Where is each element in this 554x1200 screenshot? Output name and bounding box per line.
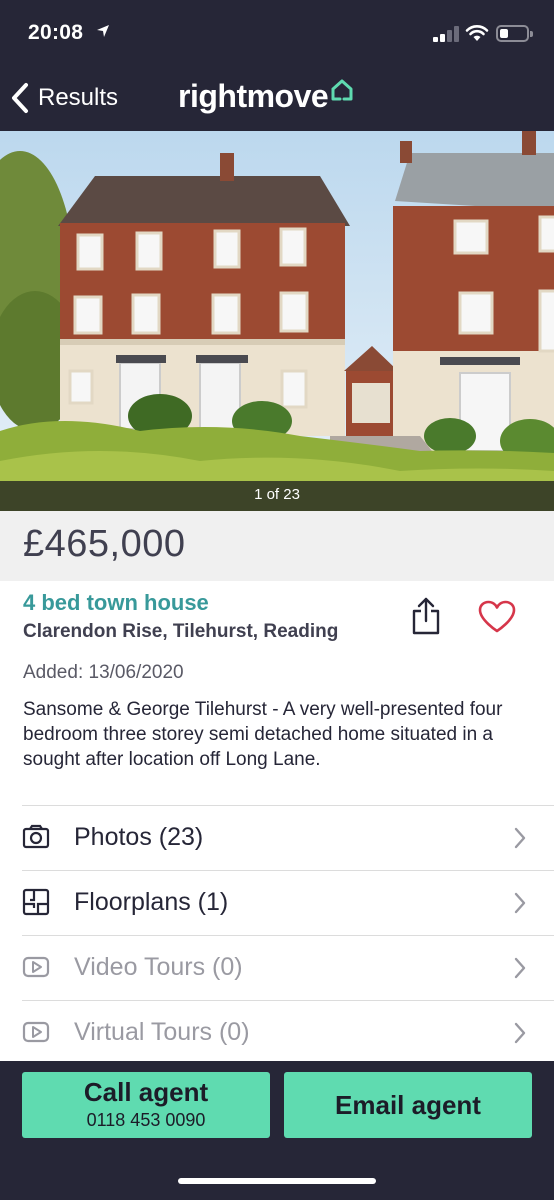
chevron-left-icon: [12, 83, 28, 113]
top-bar: 20:08 Results rightmove: [0, 0, 554, 131]
share-icon: [412, 597, 440, 635]
price-bar: £465,000: [0, 511, 554, 581]
back-button[interactable]: Results: [10, 78, 118, 118]
play-icon: [22, 1021, 50, 1043]
chevron-right-icon: [514, 957, 526, 979]
status-bar: 20:08: [0, 0, 554, 64]
menu-item-virtual-tours[interactable]: Virtual Tours (0): [0, 1000, 554, 1065]
back-label: Results: [38, 84, 119, 111]
property-address: Clarendon Rise, Tilehurst, Reading: [23, 621, 339, 642]
play-icon: [22, 956, 50, 978]
menu-label-photos: Photos (23): [74, 823, 204, 851]
email-agent-label: Email agent: [335, 1090, 481, 1120]
added-date: Added: 13/06/2020: [23, 662, 184, 683]
call-agent-label: Call agent: [83, 1077, 209, 1107]
email-agent-button[interactable]: Email agent: [284, 1072, 532, 1138]
menu-label-virtual-tours: Virtual Tours (0): [74, 1018, 250, 1046]
divider: [22, 1000, 554, 1001]
logo-text: rightmove: [178, 78, 329, 114]
property-photo[interactable]: 1 of 23: [0, 131, 554, 511]
status-time: 20:08: [28, 21, 84, 44]
menu-item-video-tours[interactable]: Video Tours (0): [0, 935, 554, 1000]
chevron-right-icon: [514, 892, 526, 914]
camera-icon: [22, 824, 50, 849]
share-button[interactable]: [410, 597, 442, 640]
chevron-right-icon: [514, 1022, 526, 1044]
photo-counter: 1 of 23: [0, 481, 554, 511]
property-description: Sansome & George Tilehurst - A very well…: [23, 699, 503, 770]
wifi-icon: [465, 23, 489, 47]
menu-label-floorplans: Floorplans (1): [74, 888, 229, 916]
divider: [22, 870, 554, 871]
menu-item-photos[interactable]: Photos (23): [0, 805, 554, 870]
chevron-right-icon: [514, 827, 526, 849]
divider: [22, 805, 554, 806]
media-menu: Photos (23) Floorplans (1) Video Tours (…: [0, 805, 554, 1065]
call-agent-button[interactable]: Call agent 0118 453 0090: [22, 1072, 270, 1138]
battery-icon: [496, 25, 533, 42]
menu-item-floorplans[interactable]: Floorplans (1): [0, 870, 554, 935]
rightmove-logo: rightmove: [178, 74, 354, 122]
cellular-signal-icon: [433, 26, 459, 42]
price: £465,000: [23, 523, 186, 565]
home-indicator[interactable]: [178, 1178, 376, 1184]
menu-label-video-tours: Video Tours (0): [74, 953, 243, 981]
favourite-button[interactable]: [477, 600, 517, 639]
action-bar: Call agent 0118 453 0090 Email agent: [0, 1061, 554, 1200]
heart-icon: [478, 600, 516, 633]
divider: [22, 935, 554, 936]
agent-phone-number: 0118 453 0090: [86, 1110, 206, 1130]
house-outline-icon: [331, 79, 353, 101]
floorplan-icon: [22, 888, 50, 916]
location-arrow-icon: [96, 24, 110, 43]
house-photo-illustration: [0, 131, 554, 511]
property-title: 4 bed town house: [23, 590, 209, 615]
